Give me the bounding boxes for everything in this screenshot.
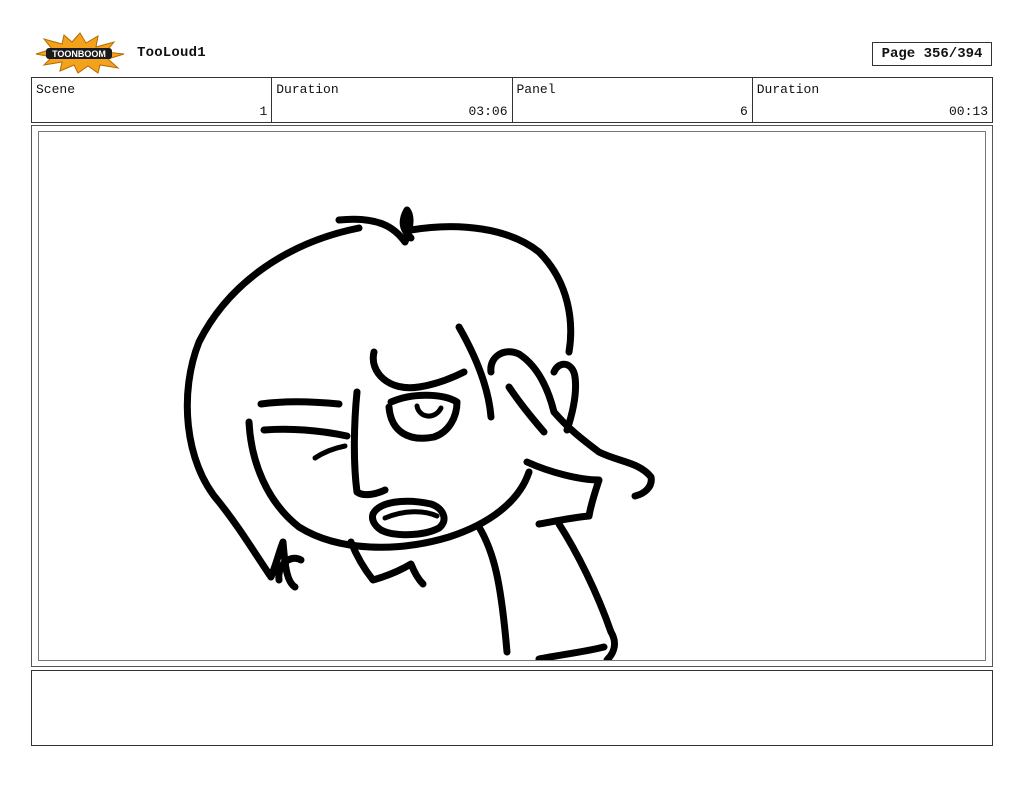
storyboard-panel bbox=[31, 125, 993, 667]
body-bottom bbox=[535, 643, 608, 660]
left-eye-closed bbox=[260, 425, 351, 440]
scene-duration-value: 03:06 bbox=[468, 104, 508, 119]
left-eyebrow bbox=[257, 398, 343, 408]
hair-left bbox=[183, 224, 363, 591]
body-right bbox=[555, 520, 618, 660]
right-eye-pupil bbox=[414, 403, 444, 419]
right-eyebrow bbox=[369, 348, 468, 392]
nose bbox=[350, 388, 389, 499]
panel-info-table: Scene 1 Duration 03:06 Panel 6 Duration … bbox=[31, 77, 993, 123]
cheek-line bbox=[312, 443, 348, 461]
logo-text: TOONBOOM bbox=[52, 49, 106, 59]
teeth-line bbox=[382, 509, 440, 521]
panel-cell: Panel 6 bbox=[513, 78, 753, 122]
scene-label: Scene bbox=[36, 82, 76, 97]
hair-top bbox=[407, 223, 575, 356]
panel-value: 6 bbox=[739, 104, 748, 119]
page-number: Page 356/394 bbox=[872, 42, 992, 66]
scene-duration-label: Duration bbox=[276, 82, 339, 97]
toonboom-logo: TOONBOOM bbox=[34, 32, 126, 74]
panel-duration-value: 00:13 bbox=[948, 104, 988, 119]
project-title: TooLoud1 bbox=[137, 45, 206, 61]
scene-duration-cell: Duration 03:06 bbox=[272, 78, 513, 122]
logo-burst-icon: TOONBOOM bbox=[35, 32, 125, 74]
scene-cell: Scene 1 bbox=[32, 78, 273, 122]
hair-tuft bbox=[335, 206, 415, 246]
face-jaw bbox=[245, 418, 533, 551]
scene-value: 1 bbox=[259, 104, 268, 119]
panel-label: Panel bbox=[516, 82, 556, 97]
panel-duration-cell: Duration 00:13 bbox=[753, 78, 992, 122]
notes-box[interactable] bbox=[31, 670, 993, 746]
arm bbox=[523, 458, 603, 528]
panel-frame bbox=[38, 131, 986, 661]
body-left bbox=[475, 523, 511, 656]
finger-line bbox=[505, 383, 548, 436]
panel-duration-label: Duration bbox=[756, 82, 820, 97]
character-sketch bbox=[183, 206, 655, 660]
